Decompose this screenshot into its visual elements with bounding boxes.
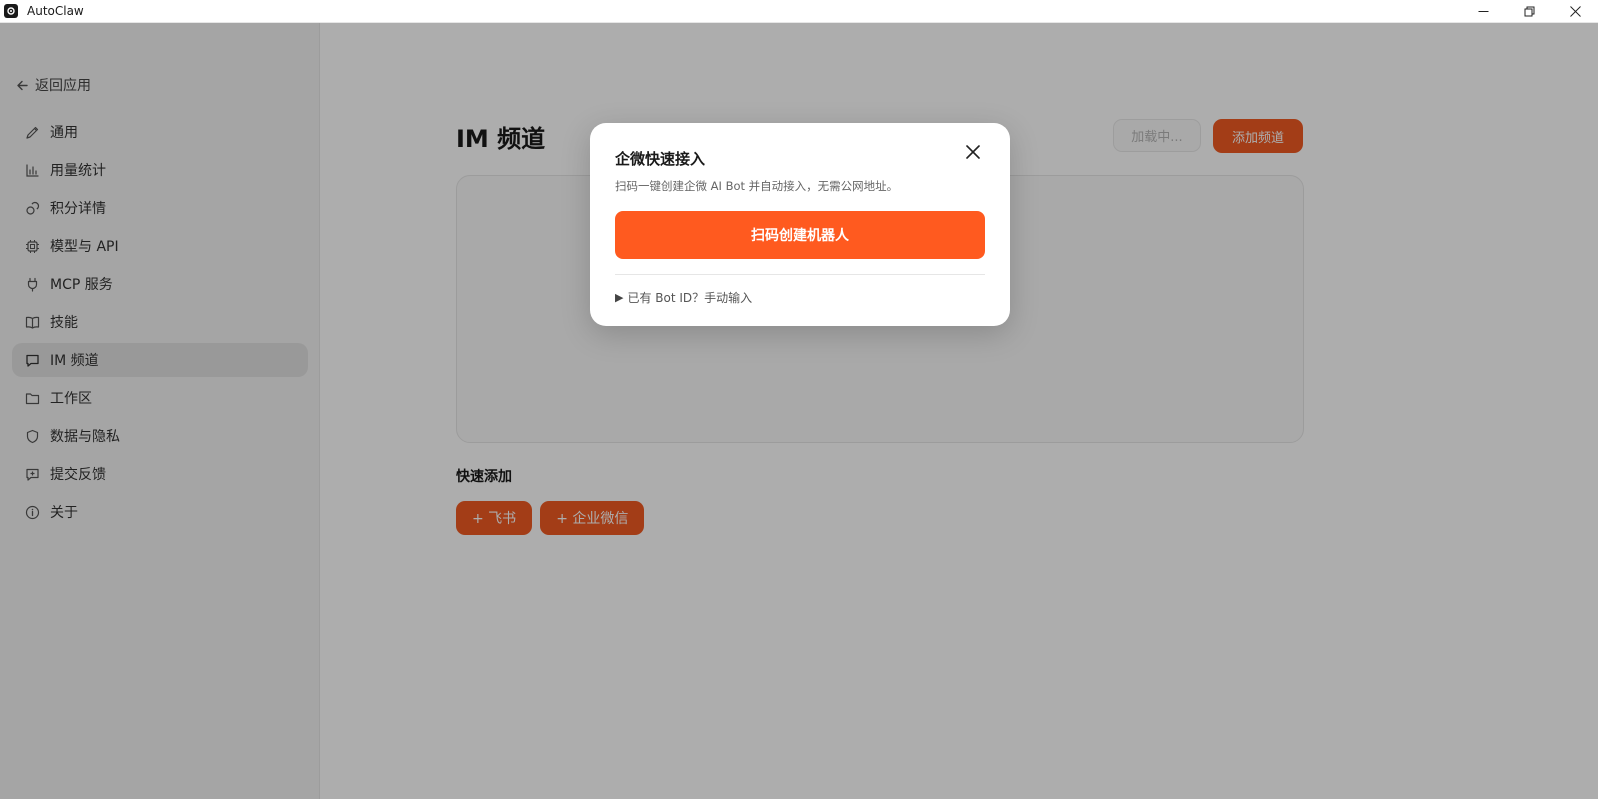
restore-icon xyxy=(1524,6,1534,17)
app-logo-icon xyxy=(4,4,18,18)
close-icon xyxy=(1569,6,1581,17)
window-controls xyxy=(1460,0,1598,23)
manual-input-toggle[interactable]: ▶ 已有 Bot ID？手动输入 xyxy=(615,289,752,306)
scan-create-bot-button[interactable]: 扫码创建机器人 xyxy=(615,211,985,259)
dialog-divider xyxy=(615,274,985,275)
dialog-description: 扫码一键创建企微 AI Bot 并自动接入，无需公网地址。 xyxy=(615,179,899,193)
caret-right-icon: ▶ xyxy=(615,291,624,304)
restore-button[interactable] xyxy=(1506,0,1552,23)
close-window-button[interactable] xyxy=(1552,0,1598,23)
dialog-title: 企微快速接入 xyxy=(615,150,706,168)
wecom-quick-connect-dialog: 企微快速接入 扫码一键创建企微 AI Bot 并自动接入，无需公网地址。 扫码创… xyxy=(590,123,1010,326)
minimize-icon xyxy=(1478,11,1488,12)
minimize-button[interactable] xyxy=(1460,0,1506,23)
dialog-close-button[interactable] xyxy=(964,143,982,161)
title-bar: AutoClaw xyxy=(0,0,1598,23)
close-icon xyxy=(966,145,980,159)
manual-input-label: 已有 Bot ID？手动输入 xyxy=(627,291,753,305)
app-title: AutoClaw xyxy=(27,4,84,18)
